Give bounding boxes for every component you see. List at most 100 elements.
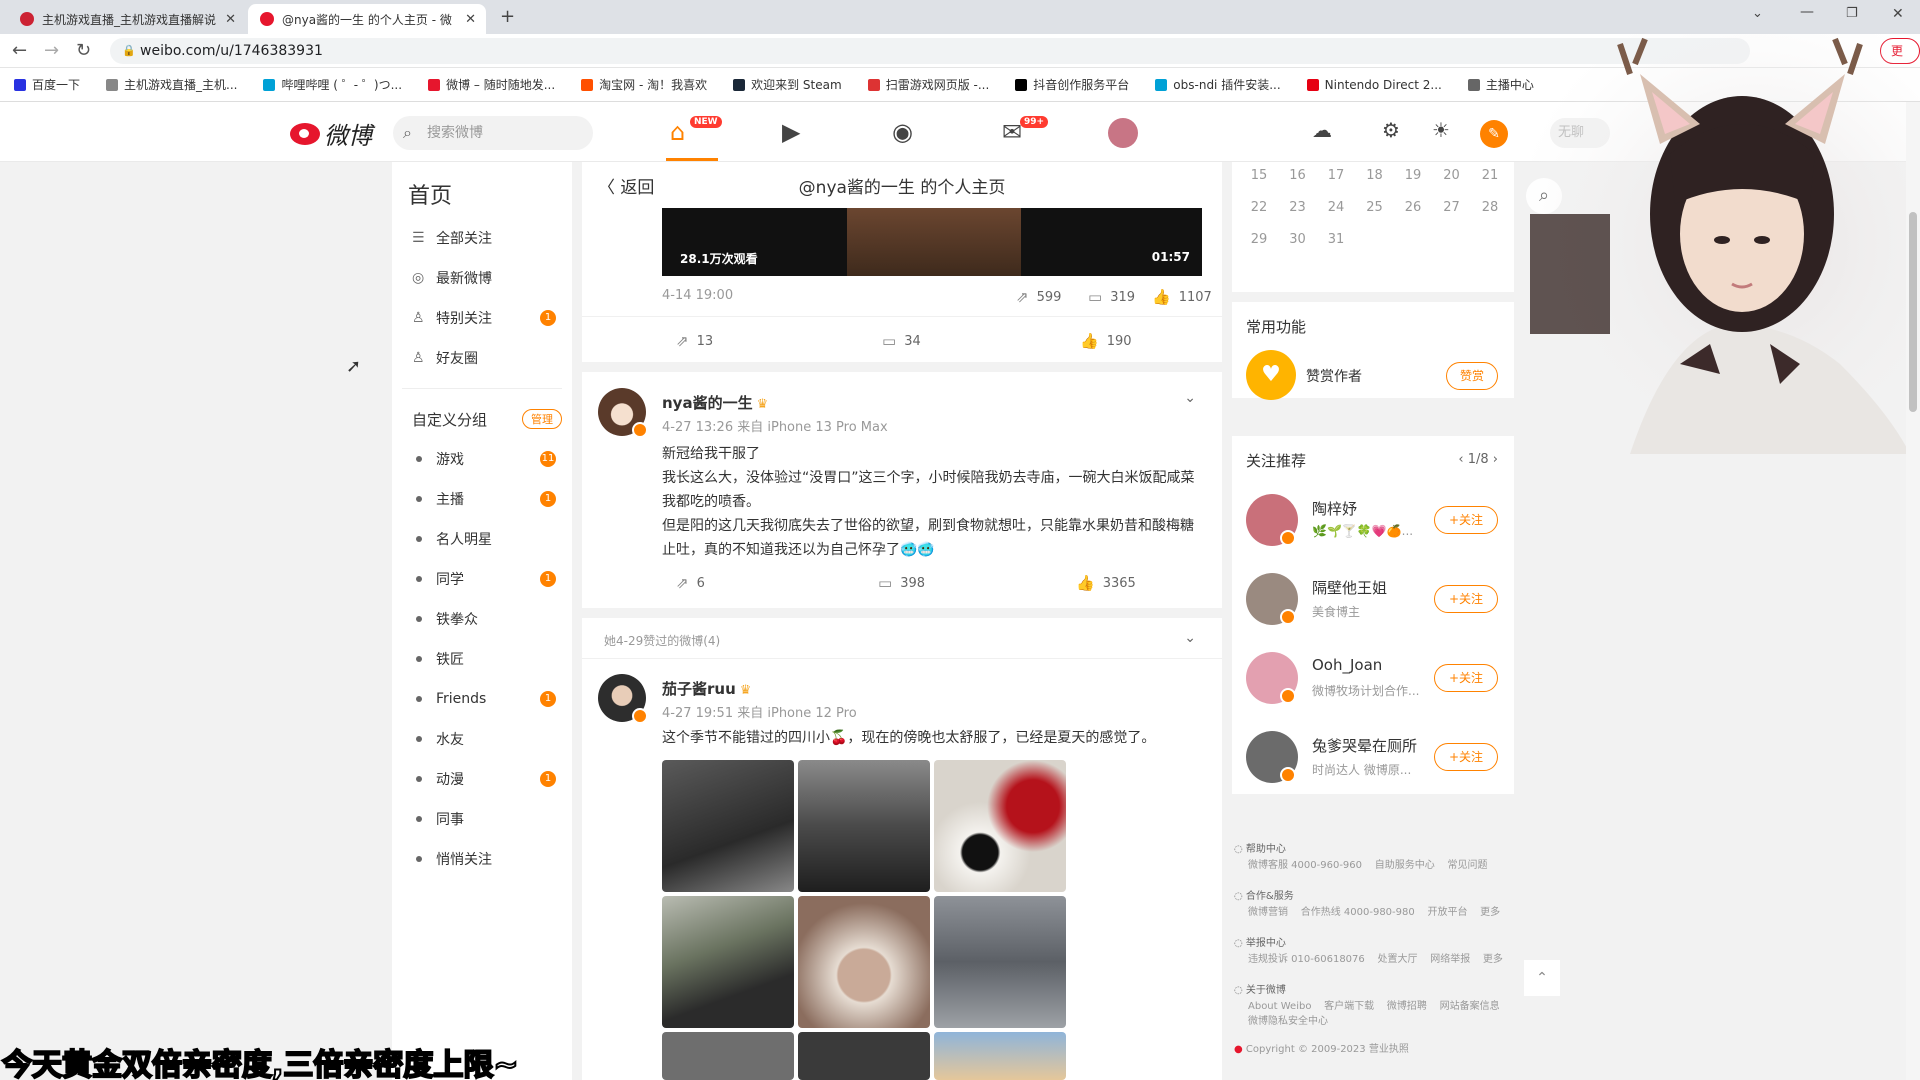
calendar-day[interactable]: 21	[1471, 168, 1509, 183]
bookmark-item[interactable]: 百度一下	[14, 76, 80, 93]
group-item[interactable]: 同事	[392, 799, 572, 839]
calendar-day[interactable]: 23	[1279, 200, 1317, 215]
calendar-day[interactable]: 24	[1317, 200, 1355, 215]
scrollbar-thumb[interactable]	[1909, 212, 1917, 412]
nav-special[interactable]: ♙ 特别关注 1	[392, 298, 572, 338]
calendar-day[interactable]: 28	[1471, 200, 1509, 215]
footer-links[interactable]: 微博客服 4000-960-960 自助服务中心 常见问题	[1248, 858, 1487, 874]
group-item[interactable]: 铁拳众	[392, 599, 572, 639]
reward-button[interactable]: 赞赏	[1446, 362, 1498, 390]
chevron-down-icon[interactable]: ⌄	[1184, 390, 1196, 406]
hot-icon[interactable]: ◉	[892, 118, 913, 146]
calendar-day[interactable]: 31	[1317, 232, 1355, 247]
bookmark-item[interactable]: 淘宝网 - 淘！我喜欢	[581, 76, 707, 93]
reload-icon[interactable]: ↻	[76, 40, 91, 61]
page-scrollbar[interactable]	[1906, 102, 1920, 1080]
calendar-day[interactable]: 19	[1394, 168, 1432, 183]
back-to-top-icon[interactable]: ⌃	[1524, 960, 1560, 996]
repost-button[interactable]: ⇗ 6	[676, 574, 705, 592]
next-icon[interactable]: ›	[1489, 452, 1498, 467]
close-tab-icon[interactable]: ✕	[225, 12, 236, 27]
calendar-day[interactable]: 16	[1279, 168, 1317, 183]
back-icon[interactable]: ←	[12, 40, 27, 61]
forward-icon[interactable]: →	[44, 40, 59, 61]
settings-icon[interactable]: ⚙	[1382, 118, 1400, 142]
group-item[interactable]: 同学 1	[392, 559, 572, 599]
bookmark-item[interactable]: 欢迎来到 Steam	[733, 76, 842, 93]
group-item[interactable]: Friends 1	[392, 679, 572, 719]
calendar-day[interactable]: 20	[1433, 168, 1471, 183]
minimize-icon[interactable]: —	[1800, 4, 1814, 20]
bookmark-item[interactable]: 抖音创作服务平台	[1015, 76, 1129, 93]
post-author[interactable]: nya酱的一生 ♛	[662, 392, 768, 413]
bookmark-item[interactable]: 微博 – 随时随地发...	[428, 76, 555, 93]
post-photo[interactable]	[934, 896, 1066, 1028]
search-input[interactable]: ⌕ 搜索微博	[393, 116, 593, 150]
group-item[interactable]: 悄悄关注	[392, 839, 572, 879]
post-photo[interactable]	[662, 1032, 794, 1080]
inner-like[interactable]: 👍 1107	[1152, 288, 1212, 306]
new-tab-icon[interactable]: +	[500, 6, 515, 27]
weibo-logo[interactable]: 微博	[290, 116, 372, 151]
close-tab-icon[interactable]: ✕	[465, 12, 476, 27]
footer-links[interactable]: 违规投诉 010-60618076 处置大厅 网络举报 更多	[1248, 952, 1503, 968]
calendar-day[interactable]: 26	[1394, 200, 1432, 215]
footer-links[interactable]: About Weibo 客户端下载 微博招聘 网站备案信息	[1248, 999, 1500, 1015]
restore-icon[interactable]: ❐	[1846, 6, 1858, 21]
nav-friends-circle[interactable]: ♙ 好友圈	[392, 338, 572, 378]
comment-button[interactable]: ▭ 34	[882, 332, 921, 350]
inner-comment[interactable]: ▭ 319	[1088, 288, 1135, 306]
tab-weibo-profile[interactable]: @nya酱的一生 的个人主页 - 微 ✕	[248, 4, 486, 34]
post-author[interactable]: 茄子酱ruu ♛	[662, 678, 751, 699]
rec-name[interactable]: 隔壁他王姐	[1312, 577, 1387, 598]
group-item[interactable]: 名人明星	[392, 519, 572, 559]
tab-game-live[interactable]: 主机游戏直播_主机游戏直播解说 ✕	[8, 4, 246, 34]
bookmark-item[interactable]: 哔哩哔哩 ( ゜- ゜)つ...	[263, 76, 402, 93]
group-item[interactable]: 游戏 11	[392, 439, 572, 479]
follow-button[interactable]: +关注	[1434, 585, 1498, 613]
calendar-day[interactable]: 18	[1356, 168, 1394, 183]
repost-button[interactable]: ⇗ 13	[676, 332, 713, 350]
home-icon[interactable]: ⌂	[670, 118, 685, 146]
calendar-day[interactable]: 22	[1240, 200, 1278, 215]
bookmark-item[interactable]: 扫雷游戏网页版 -...	[867, 76, 989, 93]
post-photo[interactable]	[798, 1032, 930, 1080]
nav-all-follow[interactable]: ☰ 全部关注	[392, 218, 572, 258]
rec-pager[interactable]: ‹ 1/8 ›	[1458, 452, 1498, 467]
post-photo[interactable]	[934, 760, 1066, 892]
nav-latest[interactable]: ◎ 最新微博	[392, 258, 572, 298]
group-item[interactable]: 动漫 1	[392, 759, 572, 799]
post-photo[interactable]	[662, 896, 794, 1028]
address-bar[interactable]: 🔒 weibo.com/u/1746383931	[110, 38, 1750, 64]
prev-icon[interactable]: ‹	[1458, 452, 1467, 467]
rec-name[interactable]: 兔爹哭晕在厕所	[1312, 735, 1417, 756]
group-item[interactable]: 铁匠	[392, 639, 572, 679]
post-photo[interactable]	[798, 896, 930, 1028]
follow-button[interactable]: +关注	[1434, 743, 1498, 771]
calendar-day[interactable]: 15	[1240, 168, 1278, 183]
group-item[interactable]: 主播 1	[392, 479, 572, 519]
bookmark-item[interactable]: 主机游戏直播_主机...	[106, 76, 237, 93]
footer-links[interactable]: 微博营销 合作热线 4000-980-980 开放平台 更多	[1248, 905, 1500, 921]
calendar-day[interactable]: 25	[1356, 200, 1394, 215]
bookmark-item[interactable]: obs-ndi 插件安装...	[1155, 76, 1281, 93]
calendar-day[interactable]: 29	[1240, 232, 1278, 247]
post-photo[interactable]	[798, 760, 930, 892]
chevron-down-icon[interactable]: ⌄	[1184, 630, 1196, 646]
group-item[interactable]: 水友	[392, 719, 572, 759]
calendar-day[interactable]: 30	[1279, 232, 1317, 247]
follow-button[interactable]: +关注	[1434, 506, 1498, 534]
close-window-icon[interactable]: ✕	[1892, 6, 1904, 22]
post-photo[interactable]	[662, 760, 794, 892]
weibo-client-icon[interactable]: ☁	[1312, 118, 1332, 142]
theme-icon[interactable]: ☀	[1432, 118, 1450, 142]
bookmark-item[interactable]: Nintendo Direct 2...	[1306, 78, 1442, 92]
user-avatar[interactable]	[1108, 118, 1138, 148]
footer-privacy-link[interactable]: 微博隐私安全中心	[1248, 1014, 1328, 1030]
rec-name[interactable]: 陶梓妤	[1312, 498, 1357, 519]
tab-search-icon[interactable]: ⌄	[1752, 6, 1763, 21]
compose-icon[interactable]: ✎	[1480, 120, 1508, 148]
like-button[interactable]: 👍 190	[1080, 332, 1132, 350]
rec-name[interactable]: Ooh_Joan	[1312, 656, 1382, 674]
comment-button[interactable]: ▭ 398	[878, 574, 925, 592]
